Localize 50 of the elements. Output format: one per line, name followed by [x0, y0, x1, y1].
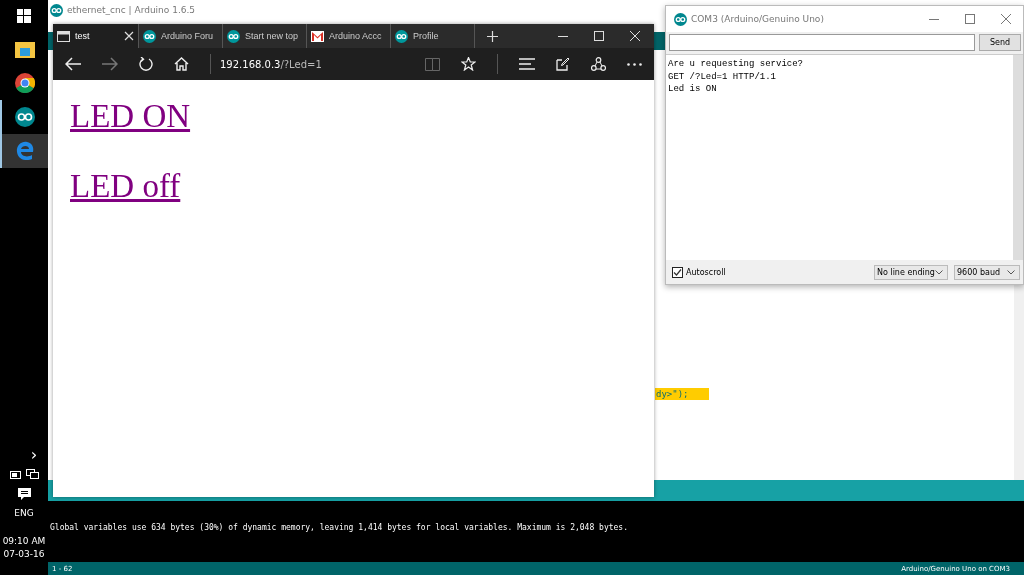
window-title: COM3 (Arduino/Genuino Uno): [691, 14, 825, 24]
pencil-icon[interactable]: [556, 57, 570, 71]
back-icon[interactable]: [65, 57, 81, 71]
mail-icon: [311, 30, 324, 42]
page-link[interactable]: LED off: [70, 164, 181, 208]
checkbox[interactable]: [672, 266, 683, 278]
input-field[interactable]: [669, 34, 975, 51]
refresh-icon[interactable]: [139, 57, 153, 71]
new-tab-icon[interactable]: [487, 30, 498, 42]
battery-icon[interactable]: [9, 470, 22, 479]
output-line: GET /?Led=1 HTTP/1.1: [668, 70, 778, 83]
infinity-icon: [395, 29, 408, 43]
clock-date[interactable]: 07-03-16: [3, 548, 45, 561]
infinity-icon: [227, 29, 240, 43]
show-hidden-icons[interactable]: ›: [30, 447, 38, 463]
window-title: ethernet_cnc | Arduino 1.6.5: [67, 5, 196, 15]
folder-icon: [15, 40, 35, 58]
page-link[interactable]: LED ON: [70, 94, 191, 138]
forward-icon[interactable]: [102, 57, 118, 71]
close-tab-icon[interactable]: [124, 31, 134, 41]
hub-icon[interactable]: [519, 58, 535, 70]
caret-icon: [1007, 269, 1015, 275]
output-line: Led is ON: [668, 83, 718, 96]
infinity-icon: [15, 107, 35, 127]
browser-tab[interactable]: test: [53, 24, 139, 48]
e-logo-icon: [16, 141, 34, 161]
baud-dropdown[interactable]: 9600 baud: [954, 264, 1020, 280]
clock-time[interactable]: 09:10 AM: [2, 535, 46, 548]
caret-icon: [935, 269, 943, 275]
taskbar-app[interactable]: [0, 134, 48, 168]
star-icon[interactable]: [461, 57, 476, 71]
scrollbar[interactable]: [1013, 55, 1023, 260]
home-icon[interactable]: [174, 57, 189, 71]
book-icon[interactable]: [425, 57, 440, 71]
language-indicator[interactable]: ENG: [14, 508, 34, 518]
line-ending-dropdown[interactable]: No line ending: [874, 264, 948, 280]
infinity-icon: [143, 29, 156, 43]
more-icon[interactable]: [627, 62, 642, 66]
network-icon[interactable]: [25, 469, 39, 480]
address-bar[interactable]: 192.168.0.3/?Led=1: [220, 58, 404, 70]
notification-icon[interactable]: [17, 488, 31, 500]
infinity-icon: [674, 12, 687, 26]
send-button[interactable]: Send: [979, 34, 1021, 51]
share-icon[interactable]: [591, 57, 606, 71]
checkbox-label: Autoscroll: [686, 267, 726, 277]
output-line: Are u requesting service?: [668, 58, 805, 71]
console-line: Global variables use 634 bytes (30%) of dynamic memory, leaving 1,414 bytes for local variables. Maximum is 2,048 bytes.: [50, 523, 629, 532]
chrome-icon: [15, 73, 35, 93]
windows-logo-icon[interactable]: [17, 9, 31, 23]
page-icon: [57, 30, 70, 42]
